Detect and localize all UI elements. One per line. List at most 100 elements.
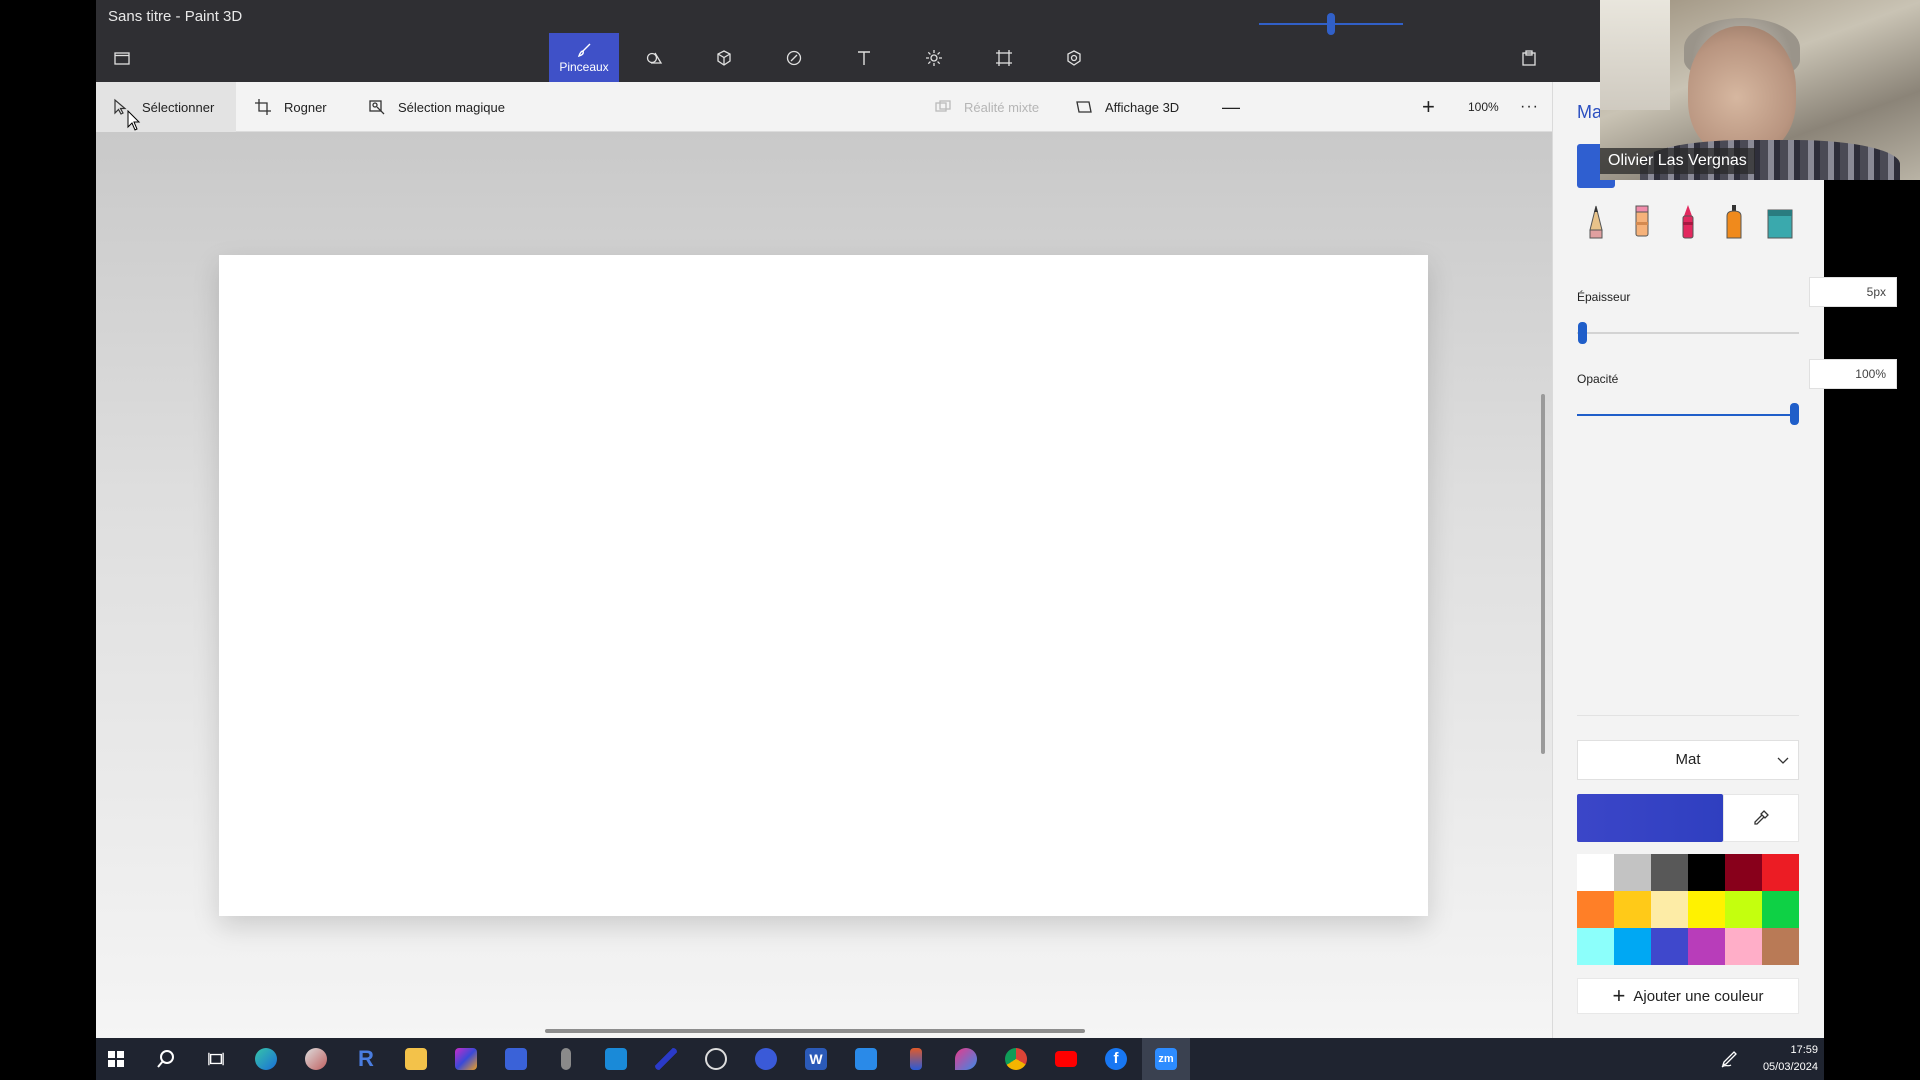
zoom-app-icon[interactable]: zm <box>1142 1038 1190 1080</box>
color-swatch[interactable] <box>1725 928 1762 965</box>
vertical-scrollbar[interactable] <box>1541 394 1545 754</box>
color-swatch[interactable] <box>1577 891 1614 928</box>
paste-icon[interactable] <box>1494 33 1564 82</box>
color-swatch[interactable] <box>1651 891 1688 928</box>
color-swatch[interactable] <box>1688 928 1725 965</box>
thickness-slider-thumb[interactable] <box>1578 322 1587 344</box>
brush-icon <box>577 43 591 57</box>
opacity-input[interactable]: 100% <box>1809 359 1897 389</box>
canvas-icon[interactable] <box>969 33 1039 82</box>
eraser-brush-icon[interactable] <box>1623 200 1661 244</box>
color-swatch[interactable] <box>1577 928 1614 965</box>
color-swatch[interactable] <box>1688 891 1725 928</box>
pencil-brush-icon[interactable] <box>1577 200 1615 244</box>
crayon-brush-icon[interactable] <box>1669 200 1707 244</box>
color-swatch[interactable] <box>1725 891 1762 928</box>
chrome-app-icon[interactable] <box>996 1038 1036 1080</box>
word-app-icon[interactable]: W <box>796 1038 836 1080</box>
thickness-input[interactable]: 5px <box>1809 277 1897 307</box>
color-swatch[interactable] <box>1577 854 1614 891</box>
app-icon-note[interactable] <box>846 1038 886 1080</box>
horizontal-scrollbar[interactable] <box>545 1029 1085 1033</box>
3d-library-icon[interactable] <box>1039 33 1109 82</box>
menu-folder-icon[interactable] <box>110 33 134 82</box>
select-label: Sélectionner <box>142 99 215 115</box>
eyedropper-button[interactable] <box>1723 794 1799 842</box>
magic-select-label: Sélection magique <box>398 99 505 115</box>
file-explorer-icon[interactable] <box>396 1038 436 1080</box>
opacity-slider-track[interactable] <box>1577 414 1799 416</box>
thickness-slider-track[interactable] <box>1577 332 1799 334</box>
app-icon-mic[interactable] <box>546 1038 586 1080</box>
magic-select-button[interactable]: Sélection magique <box>368 82 505 132</box>
color-swatch[interactable] <box>1614 854 1651 891</box>
select-button[interactable]: Sélectionner <box>96 82 236 132</box>
finish-dropdown[interactable]: Mat <box>1577 740 1799 780</box>
color-swatch[interactable] <box>1651 928 1688 965</box>
finish-value: Mat <box>1675 751 1701 768</box>
magic-select-icon <box>369 100 385 115</box>
view-3d-icon <box>1076 101 1092 113</box>
taskbar-clock[interactable]: 17:59 05/03/2024 <box>1763 1042 1818 1076</box>
app-icon-pen[interactable] <box>646 1038 686 1080</box>
view-3d-button[interactable]: Affichage 3D <box>1075 82 1179 132</box>
plus-icon: + <box>1612 983 1626 1008</box>
stickers-icon[interactable] <box>759 33 829 82</box>
clock-time: 17:59 <box>1790 1044 1818 1056</box>
fill-bucket-icon[interactable] <box>1761 200 1799 244</box>
spray-can-brush-icon[interactable] <box>1715 200 1753 244</box>
drawing-canvas[interactable] <box>219 255 1428 916</box>
app-icon-drop[interactable] <box>946 1038 986 1080</box>
edge-app-icon[interactable] <box>246 1038 286 1080</box>
tab-brushes-label: Pinceaux <box>559 59 609 74</box>
opacity-slider-thumb[interactable] <box>1790 403 1799 425</box>
color-swatch[interactable] <box>1614 891 1651 928</box>
windows-logo-icon <box>108 1051 124 1067</box>
panel-title: Ma <box>1577 102 1603 122</box>
paint3d-window: Sans titre - Paint 3D Pinceaux Sélection… <box>96 0 1897 1038</box>
shapes-2d-icon[interactable] <box>619 33 689 82</box>
app-icon-pin[interactable] <box>896 1038 936 1080</box>
add-color-button[interactable]: + Ajouter une couleur <box>1577 978 1799 1014</box>
pen-tray-icon[interactable] <box>1720 1050 1738 1068</box>
crop-button[interactable]: Rogner <box>254 82 327 132</box>
color-swatch[interactable] <box>1614 928 1651 965</box>
eyedropper-icon <box>1754 810 1769 825</box>
current-color-swatch[interactable] <box>1577 794 1723 842</box>
app-icon-color[interactable] <box>446 1038 486 1080</box>
more-options-icon[interactable]: ··· <box>1520 82 1539 132</box>
command-bar: Sélectionner Rogner Sélection magique Ré… <box>96 82 1552 132</box>
tab-brushes[interactable]: Pinceaux <box>549 33 619 82</box>
effects-icon[interactable] <box>899 33 969 82</box>
mouse-cursor-icon <box>127 110 141 131</box>
app-icon-blue[interactable] <box>596 1038 636 1080</box>
task-view-icon[interactable] <box>196 1038 236 1080</box>
brushes-panel: Ma Épaisseur 5px Opacité 100% Mat + Ajou… <box>1552 82 1897 1038</box>
search-icon[interactable] <box>146 1038 186 1080</box>
color-swatch[interactable] <box>1688 854 1725 891</box>
zoom-slider-thumb[interactable] <box>1327 13 1335 35</box>
color-swatch[interactable] <box>1762 854 1799 891</box>
brush-tools <box>1577 200 1799 244</box>
shapes-3d-icon[interactable] <box>689 33 759 82</box>
window-title: Sans titre - Paint 3D <box>96 0 1824 33</box>
color-swatch[interactable] <box>1651 854 1688 891</box>
webcam-background <box>1600 0 1670 110</box>
facebook-app-icon[interactable]: f <box>1096 1038 1136 1080</box>
color-swatch[interactable] <box>1762 928 1799 965</box>
panel-divider <box>1577 715 1799 716</box>
color-swatch[interactable] <box>1762 891 1799 928</box>
zoom-in-button[interactable]: + <box>1422 82 1435 132</box>
app-icon-swirl[interactable] <box>696 1038 736 1080</box>
color-swatch[interactable] <box>1725 854 1762 891</box>
youtube-app-icon[interactable] <box>1046 1038 1086 1080</box>
app-icon-r[interactable]: R <box>346 1038 386 1080</box>
app-icon-mail[interactable] <box>496 1038 536 1080</box>
app-icon-2[interactable] <box>296 1038 336 1080</box>
mixed-reality-button[interactable]: Réalité mixte <box>934 82 1039 132</box>
color-palette <box>1577 854 1799 965</box>
text-icon[interactable] <box>829 33 899 82</box>
start-button[interactable] <box>96 1038 136 1080</box>
zoom-out-button[interactable]: — <box>1222 82 1240 132</box>
app-icon-v[interactable] <box>746 1038 786 1080</box>
